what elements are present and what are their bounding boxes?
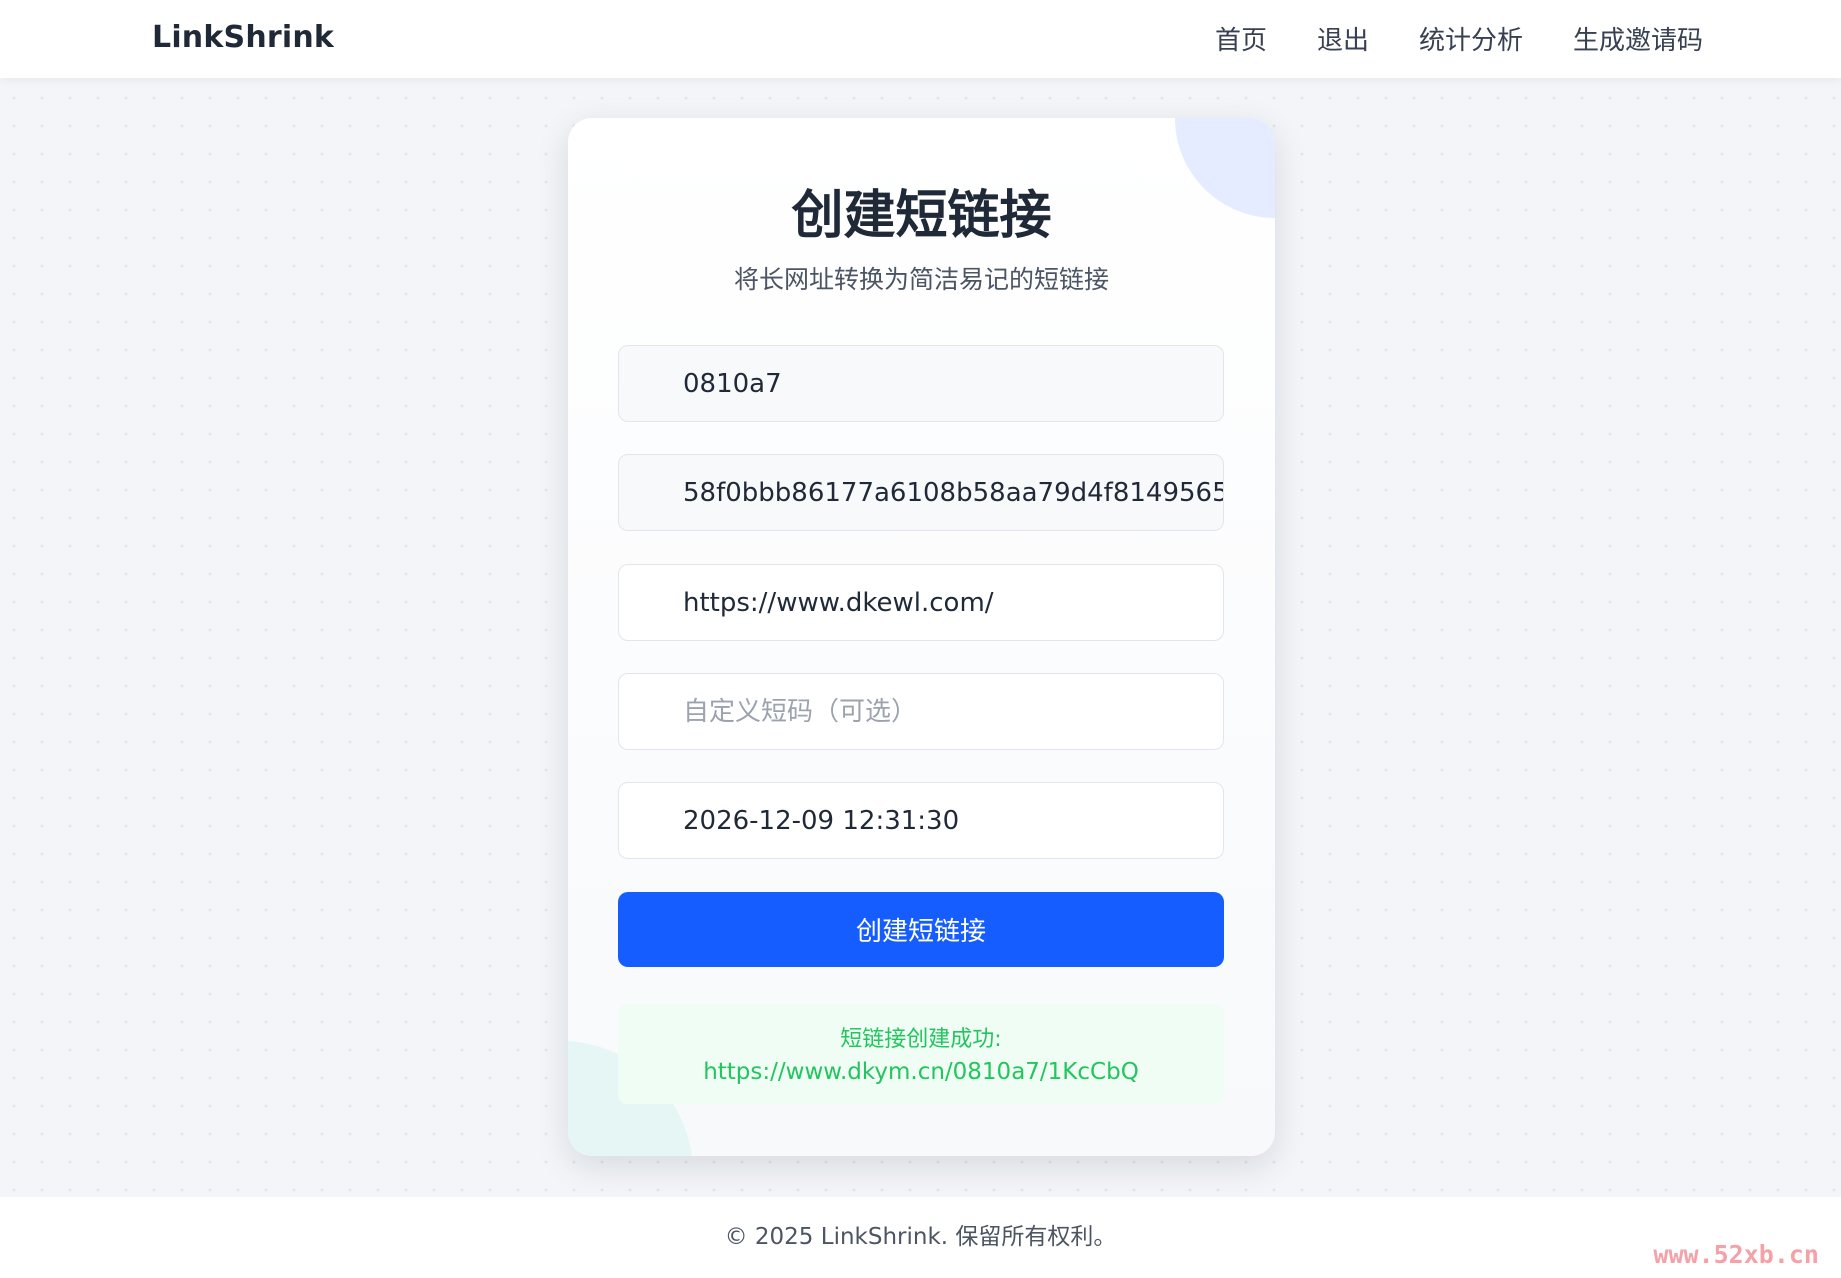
site-watermark: www.52xb.cn <box>1653 1240 1819 1269</box>
expiry-datetime-input[interactable] <box>618 782 1224 859</box>
create-link-card: 创建短链接 将长网址转换为简洁易记的短链接 创建短链接 短链接创建成功: htt… <box>568 118 1275 1156</box>
page-title: 创建短链接 <box>791 186 1052 246</box>
nav-links: 首页 退出 统计分析 生成邀请码 <box>1215 20 1703 57</box>
page-footer: © 2025 LinkShrink. 保留所有权利。 <box>0 1197 1841 1278</box>
footer-copyright: © 2025 LinkShrink. 保留所有权利。 <box>724 1224 1117 1250</box>
brand-logo-text[interactable]: LinkShrink <box>152 20 334 55</box>
nav-link-home[interactable]: 首页 <box>1215 20 1267 57</box>
short-link-result[interactable]: https://www.dkym.cn/0810a7/1KcCbQ <box>703 1059 1139 1085</box>
nav-link-invite-code[interactable]: 生成邀请码 <box>1573 20 1703 57</box>
top-navbar: LinkShrink 首页 退出 统计分析 生成邀请码 <box>0 0 1841 78</box>
create-link-button[interactable]: 创建短链接 <box>618 892 1224 967</box>
nav-link-logout[interactable]: 退出 <box>1317 20 1369 57</box>
nav-link-statistics[interactable]: 统计分析 <box>1419 20 1523 57</box>
success-message: 短链接创建成功: <box>840 1027 1002 1052</box>
token-field[interactable] <box>618 454 1224 531</box>
success-result-box: 短链接创建成功: https://www.dkym.cn/0810a7/1KcC… <box>618 1004 1224 1104</box>
user-id-field[interactable] <box>618 345 1224 422</box>
page-subtitle: 将长网址转换为简洁易记的短链接 <box>733 265 1109 294</box>
long-url-input[interactable] <box>618 564 1224 641</box>
custom-code-input[interactable] <box>618 673 1224 750</box>
